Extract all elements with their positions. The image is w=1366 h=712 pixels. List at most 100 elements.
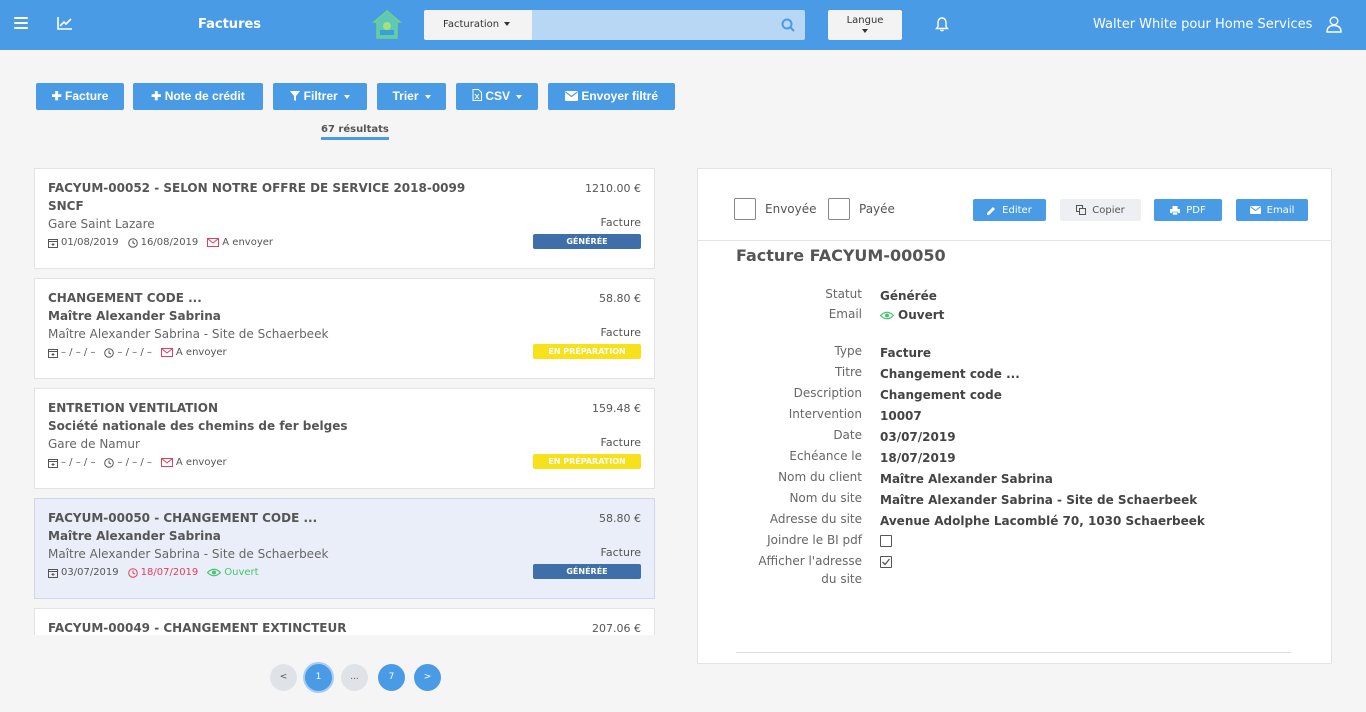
invoice-site: Gare de Namur: [48, 437, 140, 451]
csv-button[interactable]: CSV: [456, 83, 538, 110]
search-input[interactable]: [532, 10, 805, 40]
print-icon: [1170, 205, 1181, 215]
user-name[interactable]: Walter White pour Home Services: [1093, 17, 1312, 32]
field-label-show-address: Afficher l'adresse: [758, 554, 862, 568]
pagination-next[interactable]: >: [414, 664, 441, 691]
invoice-card[interactable]: FACYUM-00049 - CHANGEMENT EXTINCTEUR 207…: [34, 608, 655, 635]
field-label-intervention: Intervention: [788, 407, 862, 421]
caret-down-icon: [516, 94, 523, 99]
language-dropdown[interactable]: Langue: [828, 10, 902, 40]
pagination-page-current[interactable]: 1: [305, 664, 332, 691]
email-status-text: Ouvert: [898, 308, 945, 322]
status-badge: GÉNÉRÉE: [533, 564, 641, 579]
field-label-type: Type: [834, 344, 862, 358]
invoice-client: Maître Alexander Sabrina: [48, 529, 221, 543]
calendar-icon: [48, 348, 58, 358]
invoice-site: Maître Alexander Sabrina - Site de Schae…: [48, 327, 329, 341]
invoice-card[interactable]: CHANGEMENT CODE ... Maître Alexander Sab…: [34, 278, 655, 379]
field-label-address: Adresse du site: [769, 512, 862, 526]
csv-label: CSV: [485, 89, 511, 103]
plus-icon: ✚: [151, 89, 162, 103]
invoice-due: – / – / –: [117, 457, 152, 468]
email-button[interactable]: Email: [1236, 199, 1308, 221]
bell-icon[interactable]: [935, 17, 949, 32]
user-icon[interactable]: [1326, 16, 1342, 33]
invoice-type: Facture: [600, 436, 641, 449]
status-badge: GÉNÉRÉE: [533, 234, 641, 249]
invoice-title: FACYUM-00049 - CHANGEMENT EXTINCTEUR: [48, 621, 347, 635]
invoice-date: 03/07/2019: [61, 567, 119, 578]
file-excel-icon: [472, 89, 482, 101]
invoice-client: Société nationale des chemins de fer bel…: [48, 419, 348, 433]
invoice-amount: 58.80 €: [599, 292, 641, 305]
clock-icon: [104, 347, 115, 358]
top-bar: Factures Facturation Langue Walter White…: [0, 0, 1366, 50]
search-icon[interactable]: [781, 18, 795, 32]
clock-icon: [127, 237, 138, 248]
field-label-bi-pdf: Joindre le BI pdf: [767, 533, 862, 547]
invoice-card[interactable]: FACYUM-00052 - SELON NOTRE OFFRE DE SERV…: [34, 168, 655, 269]
invoice-card[interactable]: ENTRETION VENTILATION Société nationale …: [34, 388, 655, 489]
invoice-list: FACYUM-00052 - SELON NOTRE OFFRE DE SERV…: [34, 168, 656, 635]
envelope-icon: [564, 91, 578, 101]
caret-down-icon: [504, 22, 511, 26]
search-scope-label: Facturation: [443, 19, 500, 30]
show-address-checkbox[interactable]: [880, 556, 892, 568]
new-invoice-button[interactable]: ✚ Facture: [36, 83, 124, 110]
invoice-date: 01/08/2019: [61, 237, 119, 248]
sent-checkbox[interactable]: [734, 198, 756, 220]
field-label-statut: Statut: [825, 287, 862, 301]
filter-button[interactable]: Filtrer: [273, 83, 367, 110]
copy-label: Copier: [1092, 204, 1125, 216]
edit-label: Editer: [1002, 204, 1032, 216]
pagination-ellipsis[interactable]: ...: [341, 664, 368, 691]
invoice-meta: – / – / – – / – / – A envoyer: [48, 457, 236, 468]
edit-button[interactable]: Editer: [973, 199, 1046, 221]
divider: [736, 652, 1291, 653]
field-label-email: Email: [828, 307, 862, 321]
credit-note-button[interactable]: ✚ Note de crédit: [133, 83, 263, 110]
invoice-detail-title: Facture FACYUM-00050: [736, 246, 946, 265]
credit-note-label: Note de crédit: [164, 89, 245, 103]
field-label-date: Date: [833, 428, 862, 442]
envelope-icon: [1249, 206, 1261, 214]
invoice-amount: 58.80 €: [599, 512, 641, 525]
invoice-amount: 1210.00 €: [585, 182, 641, 195]
filter-label: Filtrer: [303, 89, 338, 103]
caret-down-icon: [424, 94, 431, 99]
invoice-date: – / – / –: [61, 457, 96, 468]
invoice-meta: 01/08/2019 16/08/2019 A envoyer: [48, 237, 282, 248]
eye-icon: [207, 568, 222, 577]
send-filtered-button[interactable]: Envoyer filtré: [548, 83, 675, 110]
send-filtered-label: Envoyer filtré: [581, 89, 659, 103]
invoice-title: FACYUM-00052 - SELON NOTRE OFFRE DE SERV…: [48, 181, 466, 195]
invoice-card-selected[interactable]: FACYUM-00050 - CHANGEMENT CODE ... Maîtr…: [34, 498, 655, 599]
invoice-meta: 03/07/2019 18/07/2019 Ouvert: [48, 567, 268, 578]
paid-checkbox[interactable]: [828, 198, 850, 220]
pagination-prev[interactable]: <: [270, 664, 297, 691]
search-scope-dropdown[interactable]: Facturation: [424, 10, 532, 40]
sort-button[interactable]: Trier: [377, 83, 446, 110]
plus-icon: ✚: [51, 89, 62, 103]
bi-pdf-checkbox[interactable]: [880, 535, 892, 547]
field-value-type: Facture: [880, 346, 932, 360]
invoice-site: Maître Alexander Sabrina - Site de Schae…: [48, 547, 329, 561]
field-label-titre: Titre: [834, 365, 862, 379]
pagination-page-last[interactable]: 7: [378, 664, 405, 691]
invoice-title: ENTRETION VENTILATION: [48, 401, 219, 415]
divider: [698, 240, 1331, 241]
field-value-intervention: 10007: [880, 409, 922, 423]
menu-icon[interactable]: [14, 17, 28, 29]
field-label-site: Nom du site: [789, 491, 862, 505]
pdf-button[interactable]: PDF: [1154, 199, 1222, 221]
eye-icon: [880, 311, 894, 319]
status-badge: EN PRÉPARATION: [533, 344, 641, 359]
check-icon: [882, 558, 891, 566]
copy-icon: [1076, 205, 1087, 215]
invoice-mail-status: Ouvert: [224, 567, 259, 578]
chart-icon[interactable]: [57, 16, 73, 30]
pencil-icon: [987, 206, 996, 215]
copy-button[interactable]: Copier: [1060, 199, 1141, 221]
invoice-due: 18/07/2019: [140, 567, 199, 578]
clock-icon: [104, 457, 115, 468]
